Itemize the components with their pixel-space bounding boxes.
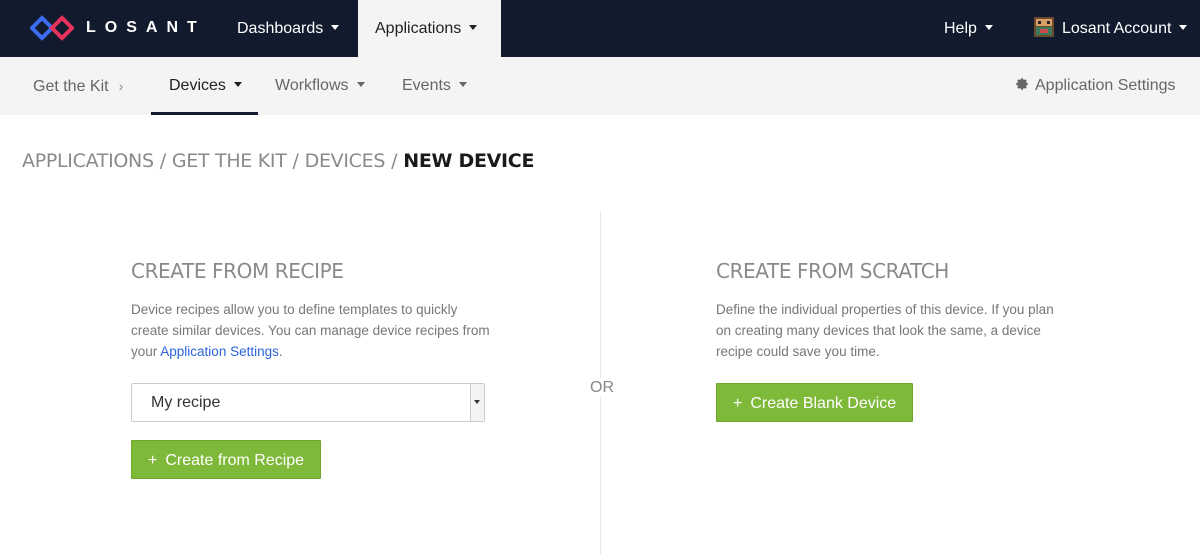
nav-help[interactable]: Help [928,0,1009,57]
create-from-recipe-button[interactable]: + Create from Recipe [131,440,322,479]
nav-account[interactable]: Losant Account [1018,0,1200,57]
select-arrow-icon [470,384,484,421]
subnav-application-settings[interactable]: Application Settings [1015,57,1176,115]
nav-applications[interactable]: Applications [358,0,501,57]
breadcrumb-get-the-kit[interactable]: GET THE KIT [172,150,287,172]
chevron-down-icon [356,82,365,88]
nav-applications-label: Applications [375,20,462,37]
subnav-workflows-label: Workflows [275,77,349,94]
nav-dashboards-label: Dashboards [237,20,324,37]
scratch-section-title: CREATE FROM SCRATCH [716,259,949,283]
chevron-down-icon [331,25,340,31]
subnav-get-the-kit[interactable]: Get the Kit › [33,57,123,115]
chevron-down-icon [233,82,242,88]
recipe-section-title: CREATE FROM RECIPE [131,259,344,283]
subnav-devices-label: Devices [169,77,226,94]
create-blank-device-label: Create Blank Device [750,395,897,412]
top-navbar: LOSANT Dashboards Applications Help Losa… [0,0,1200,57]
chevron-down-icon [1179,25,1188,31]
active-tab-indicator [151,112,258,115]
breadcrumb-separator: / [292,150,299,172]
chevron-down-icon [458,82,467,88]
chevron-down-icon [984,25,993,31]
nav-account-label: Losant Account [1062,20,1172,37]
breadcrumb: APPLICATIONS / GET THE KIT / DEVICES / NEW DEV… [22,150,534,172]
plus-icon: + [733,395,743,412]
plus-icon: + [148,452,158,469]
create-blank-device-button[interactable]: + Create Blank Device [716,383,914,422]
breadcrumb-devices[interactable]: DEVICES [305,150,386,172]
recipe-select[interactable]: My recipe [131,383,485,422]
breadcrumb-applications[interactable]: APPLICATIONS [22,150,154,172]
account-avatar-icon [1034,16,1054,37]
or-label: OR [588,379,616,397]
sub-navbar: Get the Kit › Devices Workflows Events Ap… [0,57,1200,115]
subnav-events[interactable]: Events [402,57,467,115]
scratch-description: Define the individual properties of this… [716,302,1054,359]
create-from-recipe-label: Create from Recipe [165,452,305,469]
nav-help-label: Help [944,20,977,37]
subnav-get-the-kit-label: Get the Kit [33,78,109,95]
nav-dashboards[interactable]: Dashboards [221,0,355,57]
breadcrumb-separator: / [391,150,398,172]
breadcrumb-separator: / [159,150,166,172]
chevron-down-icon [469,25,478,31]
recipe-description-end: . [278,344,283,359]
subnav-devices[interactable]: Devices [169,57,242,115]
gear-icon [1016,77,1028,90]
subnav-events-label: Events [402,77,451,94]
subnav-application-settings-label: Application Settings [1035,77,1176,94]
brand-name: LOSANT [86,19,206,36]
recipe-description: Device recipes allow you to define templ… [131,299,491,362]
chevron-right-icon: › [118,78,124,94]
brand-logo[interactable]: LOSANT [30,14,206,42]
application-settings-link[interactable]: Application Settings [160,344,279,359]
subnav-workflows[interactable]: Workflows [275,57,365,115]
losant-logo-icon [30,15,74,41]
recipe-select-value: My recipe [151,394,221,411]
breadcrumb-current: NEW DEVICE [403,150,535,172]
